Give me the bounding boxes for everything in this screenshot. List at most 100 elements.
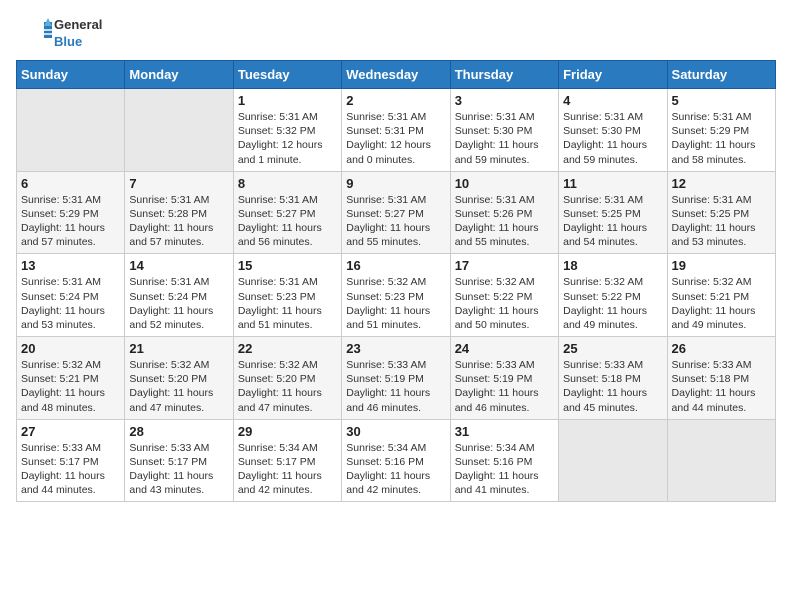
day-info: Sunrise: 5:31 AM Sunset: 5:24 PM Dayligh…	[21, 275, 120, 332]
calendar-cell: 12 Sunrise: 5:31 AM Sunset: 5:25 PM Dayli…	[667, 171, 775, 254]
day-number: 3	[455, 93, 554, 108]
day-info: Sunrise: 5:33 AM Sunset: 5:18 PM Dayligh…	[672, 358, 771, 415]
calendar-week-row: 20Sunrise: 5:32 AM Sunset: 5:21 PM Dayli…	[17, 337, 776, 420]
day-number: 11	[563, 176, 662, 191]
calendar-cell: 13 Sunrise: 5:31 AM Sunset: 5:24 PM Dayli…	[17, 254, 125, 337]
calendar-cell: 26 Sunrise: 5:33 AM Sunset: 5:18 PM Dayli…	[667, 337, 775, 420]
day-info: Sunrise: 5:32 AM Sunset: 5:23 PM Dayligh…	[346, 275, 445, 332]
calendar-cell: 6 Sunrise: 5:31 AM Sunset: 5:29 PM Daylig…	[17, 171, 125, 254]
calendar-cell	[559, 419, 667, 502]
day-info: Sunrise: 5:31 AM Sunset: 5:30 PM Dayligh…	[563, 110, 662, 167]
day-info: Sunrise: 5:31 AM Sunset: 5:26 PM Dayligh…	[455, 193, 554, 250]
day-info: Sunrise: 5:31 AM Sunset: 5:28 PM Dayligh…	[129, 193, 228, 250]
calendar-cell: 30 Sunrise: 5:34 AM Sunset: 5:16 PM Dayli…	[342, 419, 450, 502]
day-info: Sunrise: 5:32 AM Sunset: 5:22 PM Dayligh…	[563, 275, 662, 332]
day-number: 13	[21, 258, 120, 273]
day-number: 19	[672, 258, 771, 273]
day-number: 26	[672, 341, 771, 356]
calendar-cell: 10 Sunrise: 5:31 AM Sunset: 5:26 PM Dayli…	[450, 171, 558, 254]
day-info: Sunrise: 5:31 AM Sunset: 5:25 PM Dayligh…	[672, 193, 771, 250]
day-number: 20	[21, 341, 120, 356]
calendar-cell: 8 Sunrise: 5:31 AM Sunset: 5:27 PM Daylig…	[233, 171, 341, 254]
day-info: Sunrise: 5:32 AM Sunset: 5:22 PM Dayligh…	[455, 275, 554, 332]
day-number: 9	[346, 176, 445, 191]
day-info: Sunrise: 5:32 AM Sunset: 5:20 PM Dayligh…	[238, 358, 337, 415]
calendar-cell: 24Sunrise: 5:33 AM Sunset: 5:19 PM Dayli…	[450, 337, 558, 420]
day-number: 23	[346, 341, 445, 356]
day-number: 21	[129, 341, 228, 356]
calendar-cell: 3 Sunrise: 5:31 AM Sunset: 5:30 PM Daylig…	[450, 89, 558, 172]
day-number: 6	[21, 176, 120, 191]
day-number: 30	[346, 424, 445, 439]
weekday-header-monday: Monday	[125, 61, 233, 89]
weekday-header-sunday: Sunday	[17, 61, 125, 89]
day-number: 10	[455, 176, 554, 191]
day-info: Sunrise: 5:33 AM Sunset: 5:17 PM Dayligh…	[129, 441, 228, 498]
weekday-header-row: SundayMondayTuesdayWednesdayThursdayFrid…	[17, 61, 776, 89]
calendar-cell	[17, 89, 125, 172]
calendar-cell: 16 Sunrise: 5:32 AM Sunset: 5:23 PM Dayli…	[342, 254, 450, 337]
calendar-cell: 2 Sunrise: 5:31 AM Sunset: 5:31 PM Daylig…	[342, 89, 450, 172]
calendar-cell: 22 Sunrise: 5:32 AM Sunset: 5:20 PM Dayli…	[233, 337, 341, 420]
day-number: 18	[563, 258, 662, 273]
day-info: Sunrise: 5:31 AM Sunset: 5:32 PM Dayligh…	[238, 110, 337, 167]
calendar-cell: 5 Sunrise: 5:31 AM Sunset: 5:29 PM Daylig…	[667, 89, 775, 172]
weekday-header-saturday: Saturday	[667, 61, 775, 89]
day-number: 5	[672, 93, 771, 108]
day-info: Sunrise: 5:31 AM Sunset: 5:23 PM Dayligh…	[238, 275, 337, 332]
calendar-week-row: 1 Sunrise: 5:31 AM Sunset: 5:32 PM Daylig…	[17, 89, 776, 172]
calendar-table: SundayMondayTuesdayWednesdayThursdayFrid…	[16, 60, 776, 502]
day-number: 22	[238, 341, 337, 356]
calendar-cell: 11 Sunrise: 5:31 AM Sunset: 5:25 PM Dayli…	[559, 171, 667, 254]
calendar-cell: 4 Sunrise: 5:31 AM Sunset: 5:30 PM Daylig…	[559, 89, 667, 172]
day-number: 15	[238, 258, 337, 273]
calendar-week-row: 13 Sunrise: 5:31 AM Sunset: 5:24 PM Dayli…	[17, 254, 776, 337]
day-number: 27	[21, 424, 120, 439]
day-info: Sunrise: 5:34 AM Sunset: 5:16 PM Dayligh…	[455, 441, 554, 498]
day-number: 16	[346, 258, 445, 273]
day-info: Sunrise: 5:34 AM Sunset: 5:16 PM Dayligh…	[346, 441, 445, 498]
day-number: 2	[346, 93, 445, 108]
weekday-header-tuesday: Tuesday	[233, 61, 341, 89]
day-info: Sunrise: 5:31 AM Sunset: 5:29 PM Dayligh…	[21, 193, 120, 250]
day-number: 1	[238, 93, 337, 108]
calendar-cell: 29Sunrise: 5:34 AM Sunset: 5:17 PM Dayli…	[233, 419, 341, 502]
calendar-cell: 25Sunrise: 5:33 AM Sunset: 5:18 PM Dayli…	[559, 337, 667, 420]
calendar-cell: 14 Sunrise: 5:31 AM Sunset: 5:24 PM Dayli…	[125, 254, 233, 337]
day-number: 4	[563, 93, 662, 108]
calendar-cell: 7 Sunrise: 5:31 AM Sunset: 5:28 PM Daylig…	[125, 171, 233, 254]
calendar-cell: 9 Sunrise: 5:31 AM Sunset: 5:27 PM Daylig…	[342, 171, 450, 254]
day-info: Sunrise: 5:31 AM Sunset: 5:25 PM Dayligh…	[563, 193, 662, 250]
day-info: Sunrise: 5:32 AM Sunset: 5:21 PM Dayligh…	[672, 275, 771, 332]
day-number: 8	[238, 176, 337, 191]
day-info: Sunrise: 5:31 AM Sunset: 5:27 PM Dayligh…	[238, 193, 337, 250]
day-number: 29	[238, 424, 337, 439]
day-info: Sunrise: 5:31 AM Sunset: 5:31 PM Dayligh…	[346, 110, 445, 167]
day-info: Sunrise: 5:32 AM Sunset: 5:20 PM Dayligh…	[129, 358, 228, 415]
day-info: Sunrise: 5:31 AM Sunset: 5:30 PM Dayligh…	[455, 110, 554, 167]
calendar-cell: 17Sunrise: 5:32 AM Sunset: 5:22 PM Dayli…	[450, 254, 558, 337]
day-number: 12	[672, 176, 771, 191]
day-info: Sunrise: 5:31 AM Sunset: 5:29 PM Dayligh…	[672, 110, 771, 167]
calendar-cell: 23 Sunrise: 5:33 AM Sunset: 5:19 PM Dayli…	[342, 337, 450, 420]
calendar-cell: 18 Sunrise: 5:32 AM Sunset: 5:22 PM Dayli…	[559, 254, 667, 337]
weekday-header-thursday: Thursday	[450, 61, 558, 89]
day-info: Sunrise: 5:33 AM Sunset: 5:19 PM Dayligh…	[455, 358, 554, 415]
day-info: Sunrise: 5:31 AM Sunset: 5:27 PM Dayligh…	[346, 193, 445, 250]
day-number: 7	[129, 176, 228, 191]
day-info: Sunrise: 5:31 AM Sunset: 5:24 PM Dayligh…	[129, 275, 228, 332]
day-info: Sunrise: 5:33 AM Sunset: 5:19 PM Dayligh…	[346, 358, 445, 415]
logo-blue-text: Blue	[54, 34, 102, 51]
logo-icon	[16, 16, 52, 52]
day-number: 25	[563, 341, 662, 356]
calendar-cell: 15 Sunrise: 5:31 AM Sunset: 5:23 PM Dayli…	[233, 254, 341, 337]
day-number: 31	[455, 424, 554, 439]
calendar-week-row: 27 Sunrise: 5:33 AM Sunset: 5:17 PM Dayli…	[17, 419, 776, 502]
calendar-cell: 20Sunrise: 5:32 AM Sunset: 5:21 PM Dayli…	[17, 337, 125, 420]
calendar-cell: 1 Sunrise: 5:31 AM Sunset: 5:32 PM Daylig…	[233, 89, 341, 172]
calendar-cell: 21 Sunrise: 5:32 AM Sunset: 5:20 PM Dayli…	[125, 337, 233, 420]
calendar-week-row: 6 Sunrise: 5:31 AM Sunset: 5:29 PM Daylig…	[17, 171, 776, 254]
page-header: General Blue	[16, 16, 776, 52]
day-info: Sunrise: 5:33 AM Sunset: 5:17 PM Dayligh…	[21, 441, 120, 498]
day-number: 14	[129, 258, 228, 273]
